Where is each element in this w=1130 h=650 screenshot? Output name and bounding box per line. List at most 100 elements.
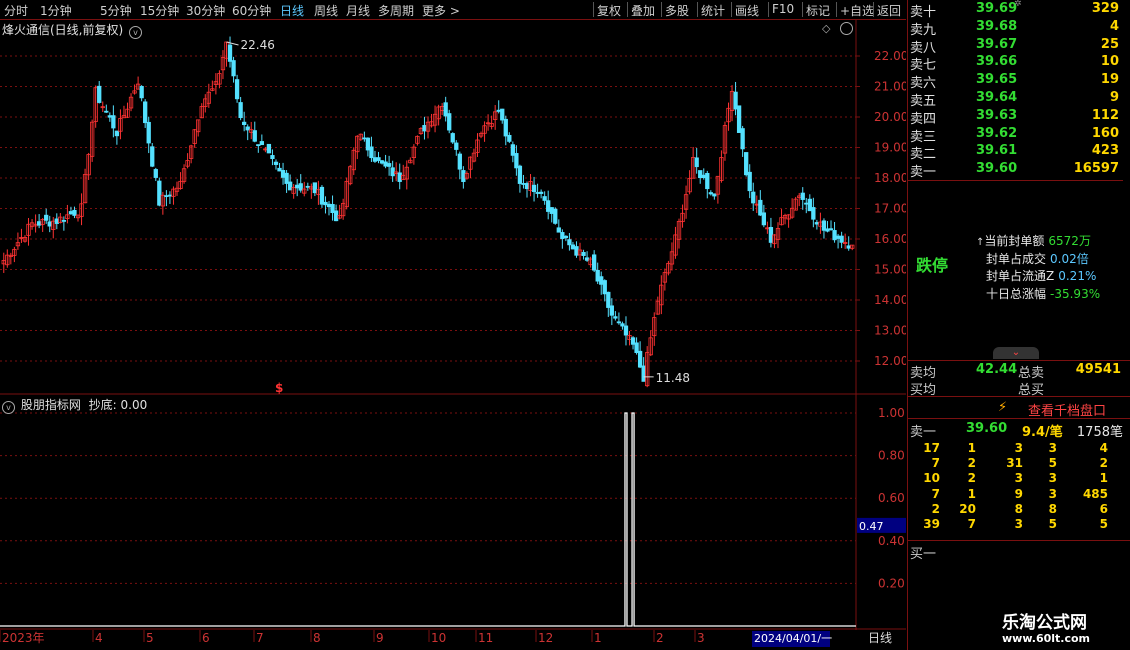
ask-row[interactable]: 卖四 39.63 112 xyxy=(908,107,1123,127)
queue-cell: 17 xyxy=(923,441,940,455)
ask-row[interactable]: 卖六 39.65 19 xyxy=(908,72,1123,91)
period-tab-0[interactable]: 分时 xyxy=(4,2,28,19)
candle-body xyxy=(280,170,286,178)
thousand-levels-link[interactable]: 查看千档盘口 xyxy=(1028,400,1106,419)
ask-label: 卖十 xyxy=(910,5,937,20)
candle-body xyxy=(570,244,576,250)
candle-body xyxy=(546,200,551,212)
candle-body xyxy=(514,153,519,169)
candle-body xyxy=(383,161,388,167)
period-tab-5[interactable]: 60分钟 xyxy=(232,2,271,19)
ask-row[interactable]: 卖七 39.66 10 xyxy=(908,54,1123,73)
candle-body xyxy=(613,316,618,319)
period-tab-2[interactable]: 5分钟 xyxy=(100,2,132,19)
watermark-brand: 乐淘公式网 xyxy=(1002,613,1087,633)
ask-row[interactable]: 卖九 39.68 4 xyxy=(908,19,1123,38)
tool-button-6[interactable]: 标记 xyxy=(806,2,830,19)
queue-cell: 7 xyxy=(931,486,940,501)
candle-body xyxy=(97,85,102,103)
toolbar-separator xyxy=(661,2,662,17)
seal-key: 十日总涨幅 xyxy=(986,286,1047,301)
ask-row[interactable]: 卖三 39.62 160 xyxy=(908,126,1123,145)
candle-body xyxy=(326,203,332,208)
divider xyxy=(908,180,1123,181)
xaxis-label: 2 xyxy=(656,631,664,645)
tool-button-7[interactable]: +自选 xyxy=(840,2,874,19)
candle-body xyxy=(231,60,236,77)
ask-price: 39.61 xyxy=(976,143,1018,159)
period-tab-4[interactable]: 30分钟 xyxy=(186,2,225,19)
candle-body xyxy=(298,183,303,191)
price-tick-label: 13.00 xyxy=(874,324,906,338)
candle-body xyxy=(157,180,162,206)
candle-body xyxy=(560,232,565,239)
candle-body xyxy=(705,172,710,190)
ask-row[interactable]: 卖八 39.67 25 xyxy=(908,37,1123,56)
candle-body xyxy=(574,246,579,256)
ask-price: 39.64 xyxy=(976,90,1018,105)
chevron-down-icon[interactable]: v xyxy=(129,26,143,39)
circle-icon[interactable] xyxy=(840,22,853,35)
candle-body xyxy=(510,144,515,156)
collapse-button[interactable]: ⌄ xyxy=(993,347,1039,359)
tool-button-8[interactable]: 返回 xyxy=(877,2,901,19)
period-tab-1[interactable]: 1分钟 xyxy=(40,2,72,19)
xaxis-label: 2023年 xyxy=(2,631,45,645)
toolbar-separator xyxy=(768,2,769,17)
candle-body xyxy=(839,235,844,243)
candle-body xyxy=(701,174,706,179)
watermark: 乐淘公式网 www.60lt.com xyxy=(907,600,1130,650)
candle-body xyxy=(146,121,151,144)
tool-button-1[interactable]: 叠加 xyxy=(631,2,655,19)
ask-row[interactable]: 卖五 39.64 9 xyxy=(908,90,1123,109)
ask-row[interactable]: 卖十 39.69 329 ✲ xyxy=(908,0,1123,20)
ask-price: 39.63 xyxy=(976,107,1018,123)
toolbar-separator xyxy=(697,2,698,17)
period-tab-7[interactable]: 周线 xyxy=(314,2,338,19)
diamond-icon[interactable]: ◇ xyxy=(822,22,830,35)
candle-body xyxy=(245,126,250,131)
queue-cell: 7 xyxy=(967,517,976,531)
tool-button-2[interactable]: 多股 xyxy=(665,2,689,19)
candle-body xyxy=(592,254,597,271)
price-tick-label: 18.00 xyxy=(874,171,906,185)
ask-row[interactable]: 卖一 39.60 16597 xyxy=(908,161,1123,180)
candle-body xyxy=(164,195,169,198)
period-tab-8[interactable]: 月线 xyxy=(346,2,370,19)
candle-body xyxy=(531,184,537,193)
price-tick-label: 19.00 xyxy=(874,141,906,155)
indicator-tick-label: 0.40 xyxy=(878,534,905,548)
period-tab-6[interactable]: 日线 xyxy=(280,2,304,19)
seal-value: 0.21% xyxy=(1058,269,1097,283)
seal-info-row: 封单占成交 0.02倍 xyxy=(986,250,1089,267)
candle-body xyxy=(295,184,300,189)
candle-body xyxy=(139,86,144,99)
candle-body xyxy=(542,196,547,201)
candle-body xyxy=(238,102,243,119)
avg-ask-value: 42.44 xyxy=(976,362,1018,377)
candle-body xyxy=(708,192,713,195)
queue-cell: 2 xyxy=(931,501,940,516)
toolbar-separator xyxy=(802,2,803,17)
candle-body xyxy=(305,185,310,188)
tool-button-3[interactable]: 统计 xyxy=(701,2,725,19)
ask-row[interactable]: 卖二 39.61 423 xyxy=(908,143,1123,162)
period-tab-3[interactable]: 15分钟 xyxy=(140,2,179,19)
period-tab-9[interactable]: 多周期 xyxy=(378,2,414,19)
tool-button-5[interactable]: F10 xyxy=(772,2,794,16)
ask-label: 卖八 xyxy=(910,40,937,56)
period-tab-10[interactable]: 更多 > xyxy=(422,2,460,19)
bid1-label: 买一 xyxy=(910,547,937,562)
candle-body xyxy=(36,221,42,226)
candle-body xyxy=(54,218,59,224)
candle-body xyxy=(698,170,703,179)
candle-body xyxy=(461,170,466,182)
tool-button-4[interactable]: 画线 xyxy=(735,2,759,19)
divider xyxy=(908,540,1130,541)
toolbar: 分时 1分钟 5分钟 15分钟 30分钟 60分钟 日线 周线 月线 多周期 更多 > 复权 叠加 多股统… xyxy=(0,0,906,20)
cursor-date: 2024/04/01/一 xyxy=(754,632,832,645)
candle-body xyxy=(333,210,339,222)
tool-button-0[interactable]: 复权 xyxy=(597,2,621,19)
price-tick-label: 12.00 xyxy=(874,354,906,368)
chevron-down-icon[interactable]: v xyxy=(2,401,15,414)
